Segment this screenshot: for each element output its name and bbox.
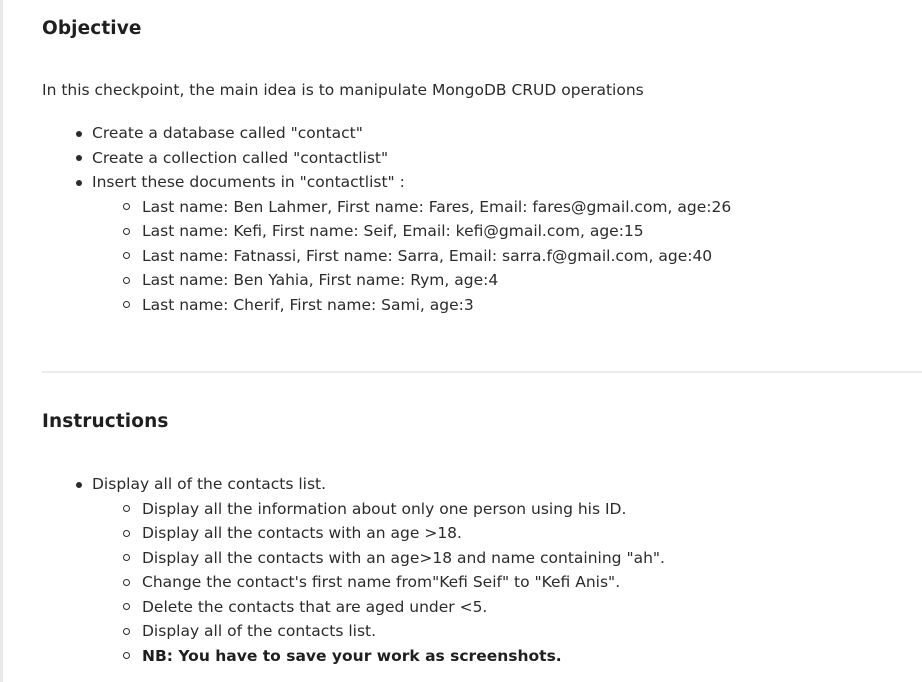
instructions-heading: Instructions (42, 411, 169, 432)
document-item: Last name: Ben Lahmer, First name: Fares… (42, 195, 902, 220)
document-item: Last name: Ben Yahia, First name: Rym, a… (42, 268, 902, 293)
list-item: Create a collection called "contactlist" (42, 146, 902, 171)
section-divider (42, 371, 922, 373)
list-item: Display all of the contacts list. (42, 472, 902, 497)
document-item: Last name: Fatnassi, First name: Sarra, … (42, 244, 902, 269)
document-item: Last name: Kefi, First name: Seif, Email… (42, 219, 902, 244)
list-item: Create a database called "contact" (42, 121, 902, 146)
instruction-subitem: Display all of the contacts list. (42, 619, 902, 644)
objective-list: Create a database called "contact" Creat… (42, 121, 902, 317)
note-item: NB: You have to save your work as screen… (42, 644, 902, 669)
list-item: Insert these documents in "contactlist" … (42, 170, 902, 195)
left-border (0, 0, 3, 682)
objective-intro: In this checkpoint, the main idea is to … (42, 81, 644, 99)
instruction-subitem: Change the contact's first name from"Kef… (42, 570, 902, 595)
objective-heading: Objective (42, 18, 142, 39)
instructions-list: Display all of the contacts list. Displa… (42, 472, 902, 668)
instruction-subitem: Display all the contacts with an age >18… (42, 521, 902, 546)
instruction-subitem: Display all the information about only o… (42, 497, 902, 522)
instruction-subitem: Display all the contacts with an age>18 … (42, 546, 902, 571)
instruction-subitem: Delete the contacts that are aged under … (42, 595, 902, 620)
document-item: Last name: Cherif, First name: Sami, age… (42, 293, 902, 318)
